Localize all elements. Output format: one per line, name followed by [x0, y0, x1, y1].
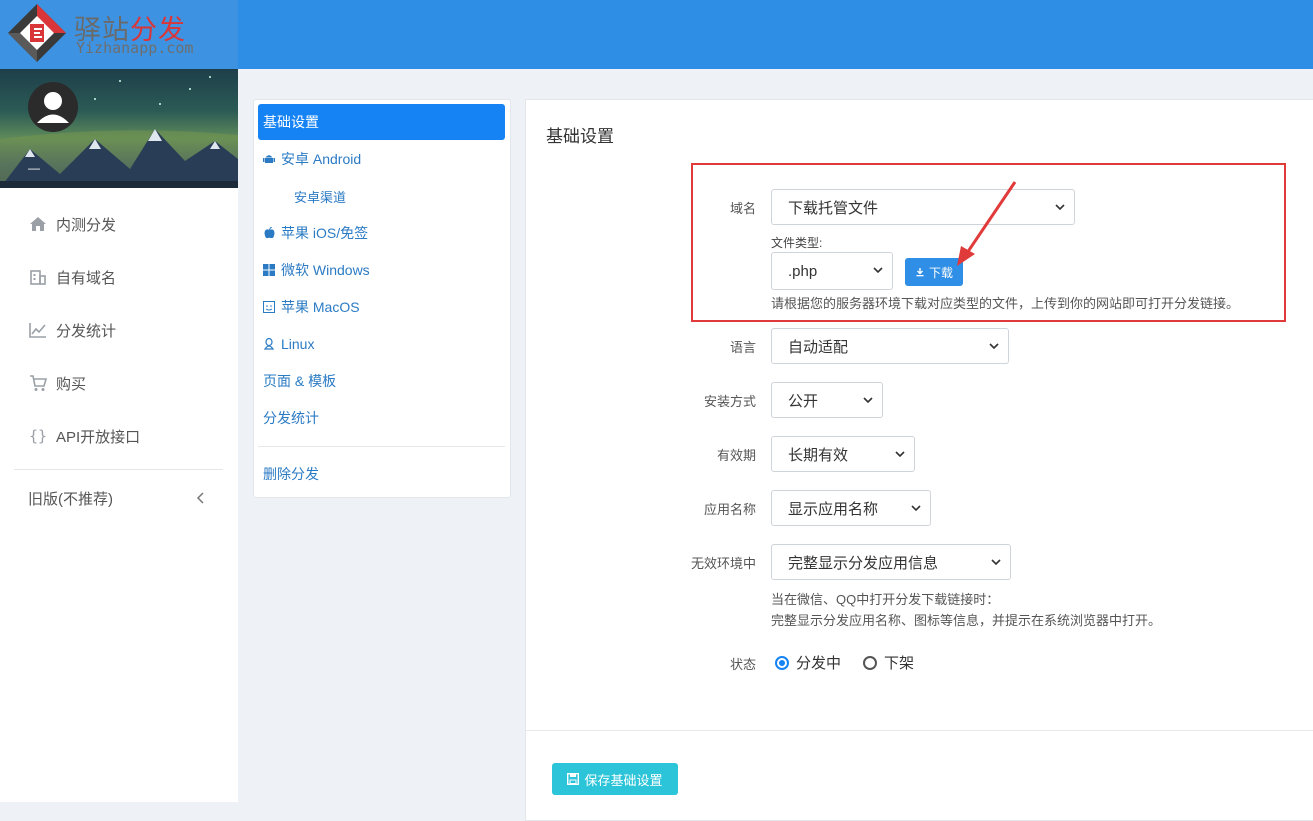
domain-select[interactable]: 下载托管文件	[771, 189, 1075, 225]
validity-label: 有效期	[716, 448, 756, 463]
menu-item-pages[interactable]: 页面 & 模板	[258, 363, 505, 399]
sidebar-item-domain[interactable]: 自有域名	[28, 264, 116, 290]
logo-domain: Yizhanapp.com	[76, 39, 194, 57]
form-divider	[526, 730, 1313, 731]
logo-icon	[8, 4, 66, 62]
validity-select[interactable]: 长期有效	[771, 436, 915, 472]
save-icon	[567, 773, 580, 785]
finder-icon	[263, 301, 275, 313]
chevron-down-icon	[863, 397, 873, 404]
save-button[interactable]: 保存基础设置	[552, 763, 678, 795]
menu-item-ios[interactable]: 苹果 iOS/免签	[258, 215, 505, 251]
sidebar-item-stats[interactable]: 分发统计	[28, 317, 116, 343]
file-type-select[interactable]: .php	[771, 252, 893, 290]
menu-item-delete[interactable]: 删除分发	[258, 456, 505, 492]
sidebar-divider	[14, 469, 223, 470]
sidebar-item-buy[interactable]: 购买	[28, 370, 86, 396]
status-radio-on[interactable]: 分发中	[775, 652, 841, 673]
menu-item-windows[interactable]: 微软 Windows	[258, 252, 505, 288]
app-name-select[interactable]: 显示应用名称	[771, 490, 931, 526]
menu-item-android-channel[interactable]: 安卓渠道	[258, 178, 505, 214]
invalid-env-label: 无效环境中	[690, 556, 756, 571]
windows-icon	[263, 264, 275, 276]
file-type-label: 文件类型:	[771, 236, 823, 250]
chevron-left-icon	[196, 492, 204, 504]
android-icon	[263, 153, 275, 165]
cart-icon	[28, 373, 48, 393]
install-select[interactable]: 公开	[771, 382, 883, 418]
logo-area[interactable]: 驿站分发 Yizhanapp.com	[0, 0, 238, 69]
profile-banner: —	[0, 69, 238, 188]
download-icon	[916, 268, 924, 277]
avatar[interactable]	[28, 82, 78, 132]
chevron-down-icon	[873, 267, 883, 274]
home-icon	[28, 214, 48, 234]
language-label: 语言	[729, 340, 756, 355]
menu-item-linux[interactable]: Linux	[258, 326, 505, 362]
chevron-down-icon	[1055, 204, 1065, 211]
sidebar: — 内测分发 自有域名 分发统计 购买 {} API开放接口 旧版(不推荐)	[0, 69, 238, 802]
sidebar-item-beta[interactable]: 内测分发	[28, 211, 116, 237]
language-select[interactable]: 自动适配	[771, 328, 1009, 364]
menu-item-android[interactable]: 安卓 Android	[258, 141, 505, 177]
linux-icon	[263, 338, 275, 350]
invalid-env-help-1: 当在微信、QQ中打开分发下载链接时：	[771, 592, 1000, 607]
chevron-down-icon	[989, 343, 999, 350]
apple-icon	[263, 227, 275, 239]
menu-divider	[258, 446, 505, 447]
menu-item-macos[interactable]: 苹果 MacOS	[258, 289, 505, 325]
radio-unchecked-icon	[863, 655, 877, 670]
chart-line-icon	[28, 320, 48, 340]
install-label: 安装方式	[703, 394, 756, 409]
braces-icon: {}	[28, 427, 48, 445]
domain-help: 请根据您的服务器环境下载对应类型的文件，上传到你的网站即可打开分发链接。	[771, 296, 1240, 311]
user-icon	[37, 92, 69, 123]
menu-item-basic[interactable]: 基础设置	[258, 104, 505, 140]
domain-label: 域名	[729, 201, 756, 216]
app-name-label: 应用名称	[703, 502, 756, 517]
building-icon	[28, 267, 48, 287]
sidebar-item-legacy[interactable]: 旧版(不推荐)	[28, 485, 208, 511]
menu-item-stats[interactable]: 分发统计	[258, 400, 505, 436]
status-label: 状态	[729, 657, 756, 672]
radio-checked-icon	[775, 655, 789, 670]
status-radio-off[interactable]: 下架	[863, 652, 914, 673]
username: —	[28, 161, 40, 175]
arrow-annotation	[957, 181, 1017, 266]
settings-form: 基础设置 域名 下载托管文件 文件类型: .php 下载 请根据您的服务器环境下…	[525, 99, 1313, 821]
chevron-down-icon	[911, 505, 921, 512]
chevron-down-icon	[991, 559, 1001, 566]
settings-menu: 基础设置 安卓 Android 安卓渠道 苹果 iOS/免签 微软 Window…	[253, 99, 511, 498]
sidebar-item-api[interactable]: {} API开放接口	[28, 423, 140, 449]
invalid-env-select[interactable]: 完整显示分发应用信息	[771, 544, 1011, 580]
page-title: 基础设置	[546, 127, 614, 146]
chevron-down-icon	[895, 451, 905, 458]
invalid-env-help-2: 完整显示分发应用名称、图标等信息，并提示在系统浏览器中打开。	[771, 613, 1162, 628]
